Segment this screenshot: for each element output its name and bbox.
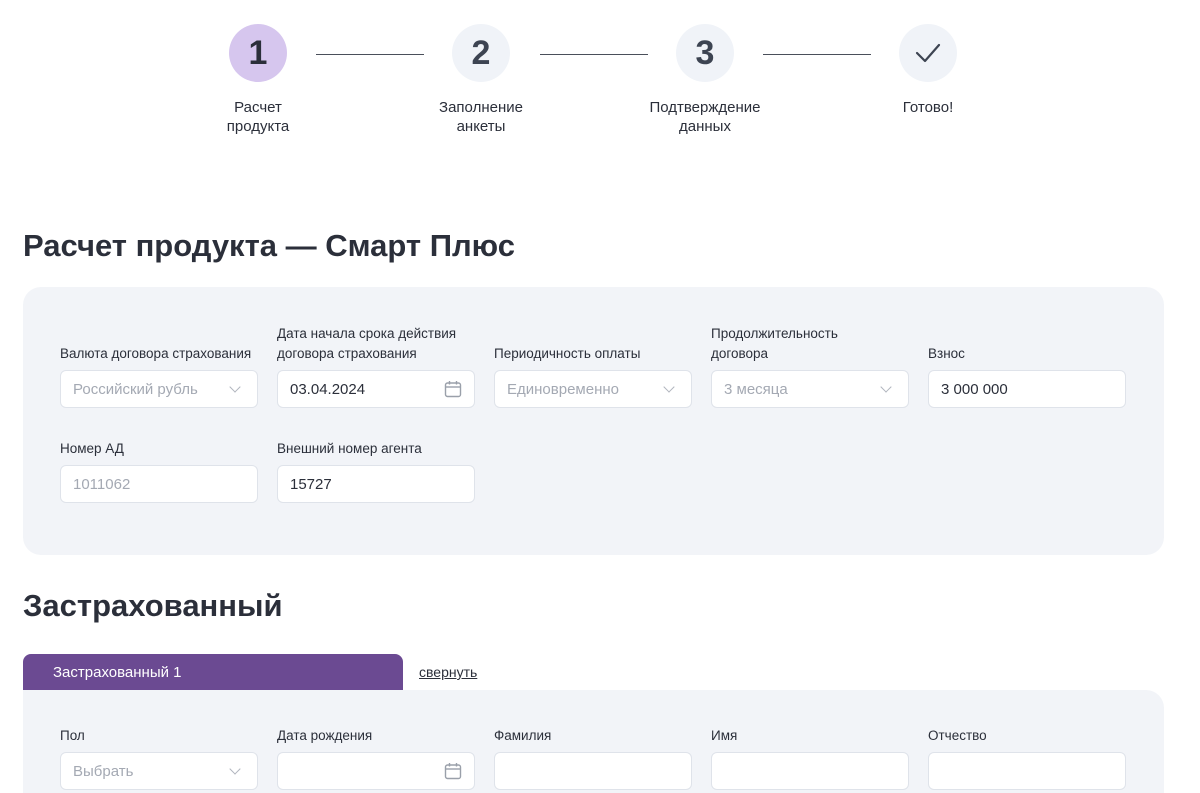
step-4-circle: [899, 24, 957, 82]
agent-number-label: Внешний номер агента: [277, 441, 422, 456]
chevron-down-icon: [880, 380, 892, 393]
gender-field: Пол Выбрать: [60, 690, 258, 790]
first-name-field: Имя: [711, 690, 909, 790]
gender-select[interactable]: Выбрать: [60, 752, 258, 790]
step-1-circle: 1: [229, 24, 287, 82]
step-4: Готово!: [858, 24, 998, 117]
step-connector: [763, 54, 871, 55]
last-name-input[interactable]: [494, 752, 692, 790]
progress-stepper: 1 Расчет продукта 2 Заполнение анкеты 3 По…: [0, 0, 1200, 160]
agent-number-field: Внешний номер агента 15727: [277, 287, 475, 503]
step-2: 2 Заполнение анкеты: [411, 24, 551, 136]
duration-label: Продолжительность договора: [711, 326, 838, 361]
birth-date-field: Дата рождения: [277, 690, 475, 790]
periodicity-field: Периодичность оплаты Единовременно: [494, 287, 692, 408]
gender-label: Пол: [60, 728, 85, 743]
birth-date-input[interactable]: [277, 752, 475, 790]
periodicity-select[interactable]: Единовременно: [494, 370, 692, 408]
step-1-label: Расчет продукта: [226, 99, 290, 135]
step-connector: [316, 54, 424, 55]
middle-name-input[interactable]: [928, 752, 1126, 790]
page-title: Расчет продукта — Смарт Плюс: [23, 228, 515, 263]
ad-number-input[interactable]: 1011062: [60, 465, 258, 503]
insured-section-title: Застрахованный: [23, 588, 283, 623]
middle-name-label: Отчество: [928, 728, 987, 743]
step-3-circle: 3: [676, 24, 734, 82]
ad-number-label: Номер АД: [60, 441, 124, 456]
premium-field: Взнос 3 000 000: [928, 287, 1126, 408]
premium-label: Взнос: [928, 346, 965, 361]
first-name-label: Имя: [711, 728, 738, 743]
checkmark-icon: [915, 43, 941, 63]
tab-insured-1[interactable]: Застрахованный 1: [23, 654, 403, 690]
last-name-field: Фамилия: [494, 690, 692, 790]
duration-select[interactable]: 3 месяца: [711, 370, 909, 408]
chevron-down-icon: [229, 762, 241, 775]
premium-input[interactable]: 3 000 000: [928, 370, 1126, 408]
ad-number-field: Номер АД 1011062: [60, 287, 258, 503]
agent-number-input[interactable]: 15727: [277, 465, 475, 503]
step-3-label: Подтверждение данных: [649, 99, 761, 135]
step-1: 1 Расчет продукта: [188, 24, 328, 136]
first-name-input[interactable]: [711, 752, 909, 790]
calendar-icon[interactable]: [444, 762, 462, 780]
middle-name-field: Отчество: [928, 690, 1126, 790]
periodicity-label: Периодичность оплаты: [494, 346, 641, 361]
last-name-label: Фамилия: [494, 728, 552, 743]
step-4-label: Готово!: [902, 99, 954, 116]
step-2-label: Заполнение анкеты: [439, 99, 523, 135]
step-3: 3 Подтверждение данных: [635, 24, 775, 136]
insured-panel: Пол Выбрать Дата рождения Фамилия Имя От…: [23, 690, 1164, 793]
birth-date-label: Дата рождения: [277, 728, 373, 743]
product-calculation-panel: Валюта договора страхования Российский р…: [23, 287, 1164, 555]
duration-field: Продолжительность договора 3 месяца: [711, 287, 909, 408]
step-2-circle: 2: [452, 24, 510, 82]
collapse-link[interactable]: свернуть: [419, 664, 477, 680]
step-connector: [540, 54, 648, 55]
chevron-down-icon: [663, 380, 675, 393]
